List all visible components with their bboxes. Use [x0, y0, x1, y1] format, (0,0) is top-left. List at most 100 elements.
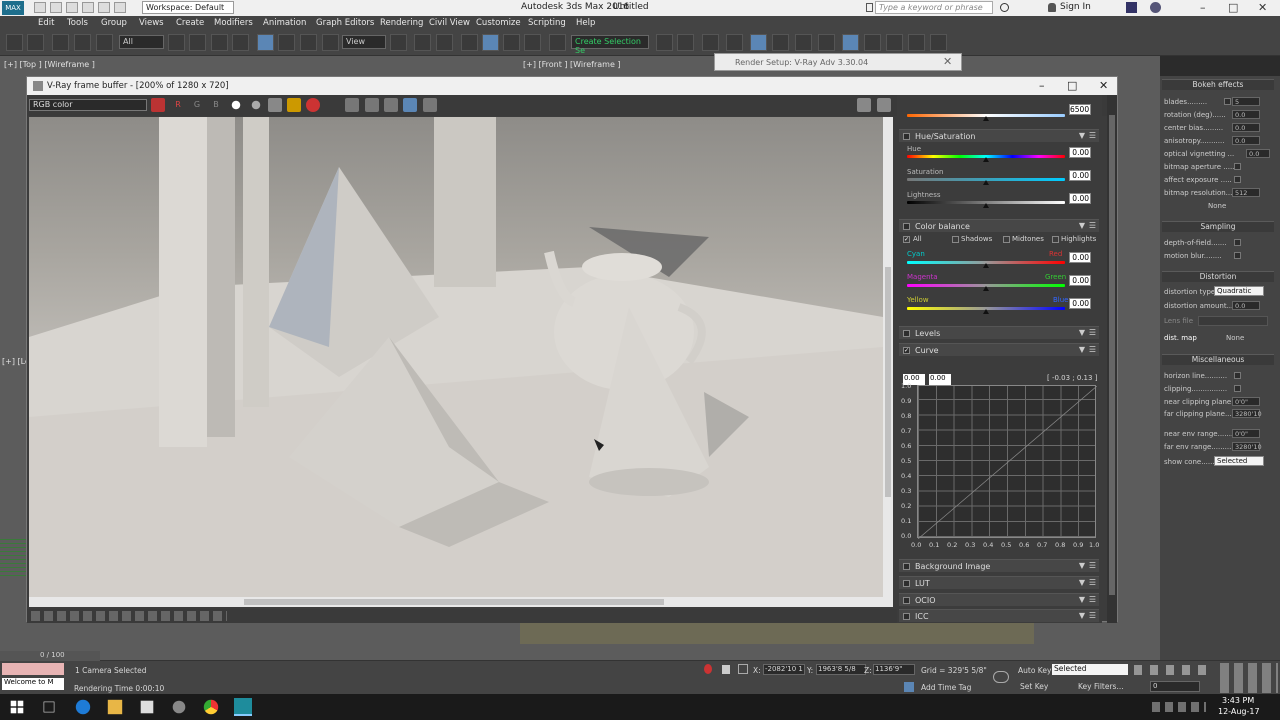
icc-menu-icon[interactable]: ☰	[1089, 611, 1096, 620]
save-file-icon[interactable]	[66, 2, 78, 13]
hue-saturation-checkbox[interactable]	[903, 133, 910, 140]
vfb-hscroll-thumb[interactable]	[244, 599, 664, 605]
rendered-image[interactable]	[29, 117, 883, 597]
hue-value[interactable]: 0.00	[1069, 147, 1091, 158]
dof-checkbox[interactable]	[1234, 239, 1241, 246]
magenta-green-value[interactable]: 0.00	[1069, 275, 1091, 286]
render-iterative-icon[interactable]	[908, 34, 925, 51]
background-image-checkbox[interactable]	[903, 563, 910, 570]
edit-named-selection-icon[interactable]	[549, 34, 566, 51]
new-file-icon[interactable]	[34, 2, 46, 13]
load-icon[interactable]	[287, 98, 301, 112]
bokeh-effects-header[interactable]: Bokeh effects	[1162, 79, 1274, 90]
cb-shadows-checkbox[interactable]	[952, 236, 959, 243]
cyan-red-thumb[interactable]	[983, 263, 989, 268]
align-icon[interactable]	[677, 34, 694, 51]
color-balance-checkbox[interactable]	[903, 223, 910, 230]
close-icon[interactable]: ✕	[1258, 1, 1267, 14]
render-setup-icon[interactable]	[842, 34, 859, 51]
bokeh-map-button[interactable]: None	[1208, 202, 1226, 210]
white-balance-value[interactable]: 6500	[1069, 104, 1091, 115]
blades-input[interactable]: 5	[1232, 97, 1260, 106]
saturation-value[interactable]: 0.00	[1069, 170, 1091, 181]
color-corrections-icon[interactable]	[423, 98, 437, 112]
select-by-name-icon[interactable]	[189, 34, 206, 51]
menu-customize[interactable]: Customize	[476, 18, 521, 28]
pixel-info-icon[interactable]	[877, 98, 891, 112]
curve-output-field[interactable]: 0.00	[929, 374, 951, 385]
cb-midtones-checkbox[interactable]	[1003, 236, 1010, 243]
menu-tools[interactable]: Tools	[67, 18, 88, 28]
ocio-checkbox[interactable]	[903, 597, 910, 604]
scene-explorer-icon[interactable]	[726, 34, 743, 51]
open-file-icon[interactable]	[50, 2, 62, 13]
levels-expand-icon[interactable]: ▼	[1079, 328, 1085, 337]
history-icon[interactable]	[857, 98, 871, 112]
x-coordinate-field[interactable]: -2082'10 1	[763, 664, 805, 675]
ocio-expand-icon[interactable]: ▼	[1079, 595, 1085, 604]
lens-effects-icon[interactable]	[403, 98, 417, 112]
white-balance-thumb[interactable]	[983, 116, 989, 121]
background-image-rollout[interactable]: Background Image ▼ ☰	[899, 559, 1099, 572]
menu-help[interactable]: Help	[576, 18, 595, 28]
minimize-icon[interactable]: –	[1200, 1, 1206, 14]
bitmap-resolution-input[interactable]: 512	[1232, 188, 1260, 197]
background-image-menu-icon[interactable]: ☰	[1089, 561, 1096, 570]
undo-icon[interactable]	[82, 2, 94, 13]
far-env-input[interactable]: 3280'10	[1232, 442, 1262, 451]
vfb-maximize-icon[interactable]: □	[1067, 79, 1077, 92]
cyan-red-value[interactable]: 0.00	[1069, 252, 1091, 263]
menu-group[interactable]: Group	[101, 18, 127, 28]
saturation-thumb[interactable]	[983, 180, 989, 185]
search-icon[interactable]	[1000, 3, 1009, 12]
keyboard-shortcut-icon[interactable]	[436, 34, 453, 51]
panel-scroll-thumb[interactable]	[1109, 115, 1115, 595]
named-selection-dropdown[interactable]: Create Selection Se	[571, 35, 649, 55]
chrome-browser-icon[interactable]	[203, 699, 219, 715]
move-icon[interactable]	[257, 34, 274, 51]
vfb-bottom-tools[interactable]	[31, 611, 227, 621]
menu-modifiers[interactable]: Modifiers	[214, 18, 253, 28]
help-icon[interactable]	[1150, 2, 1161, 13]
blue-channel-button[interactable]: B	[209, 98, 223, 112]
bitmap-aperture-checkbox[interactable]	[1234, 163, 1241, 170]
cb-highlights-checkbox[interactable]	[1052, 236, 1059, 243]
panel-scrollbar[interactable]	[1107, 95, 1117, 623]
3dsmax-logo-icon[interactable]: MAX	[2, 1, 24, 15]
distortion-amount-input[interactable]: 0.0	[1232, 301, 1260, 310]
system-tray-icons[interactable]	[1152, 702, 1206, 712]
auto-key-button[interactable]: Auto Key	[1018, 666, 1051, 675]
cb-all-checkbox[interactable]: ✓	[903, 236, 910, 243]
render-setup-window[interactable]: Render Setup: V-Ray Adv 3.30.04 ✕	[714, 53, 962, 71]
ocio-rollout[interactable]: OCIO ▼ ☰	[899, 593, 1099, 606]
viewport-nav-controls[interactable]	[1220, 663, 1278, 693]
motion-blur-checkbox[interactable]	[1234, 252, 1241, 259]
mirror-icon[interactable]	[656, 34, 673, 51]
material-editor-icon[interactable]	[818, 34, 835, 51]
graphite-ribbon-icon[interactable]	[750, 34, 767, 51]
unlink-icon[interactable]	[74, 34, 91, 51]
clear-image-icon[interactable]	[306, 98, 320, 112]
select-manipulate-icon[interactable]	[414, 34, 431, 51]
maxscript-output[interactable]: Welcome to M	[2, 678, 64, 690]
render-production-icon[interactable]	[886, 34, 903, 51]
vfb-vscroll-thumb[interactable]	[885, 267, 891, 497]
menu-views[interactable]: Views	[139, 18, 164, 28]
curve-editor-icon[interactable]	[772, 34, 789, 51]
monochrome-icon[interactable]	[229, 98, 243, 112]
angle-snap-icon[interactable]	[482, 34, 499, 51]
blades-checkbox[interactable]	[1224, 98, 1231, 105]
hue-saturation-rollout[interactable]: Hue/Saturation ▼ ☰	[899, 129, 1099, 142]
vfb-vertical-scrollbar[interactable]	[883, 117, 893, 597]
lut-expand-icon[interactable]: ▼	[1079, 578, 1085, 587]
3dsmax-taskbar-icon[interactable]	[234, 698, 252, 716]
schematic-view-icon[interactable]	[795, 34, 812, 51]
clipping-checkbox[interactable]	[1234, 385, 1241, 392]
levels-rollout[interactable]: Levels ▼ ☰	[899, 326, 1099, 339]
anisotropy-input[interactable]: 0.0	[1232, 136, 1260, 145]
levels-checkbox[interactable]	[903, 330, 910, 337]
link-icon[interactable]	[52, 34, 69, 51]
layer-explorer-icon[interactable]	[702, 34, 719, 51]
lut-checkbox[interactable]	[903, 580, 910, 587]
far-clip-input[interactable]: 3280'10	[1232, 409, 1262, 418]
